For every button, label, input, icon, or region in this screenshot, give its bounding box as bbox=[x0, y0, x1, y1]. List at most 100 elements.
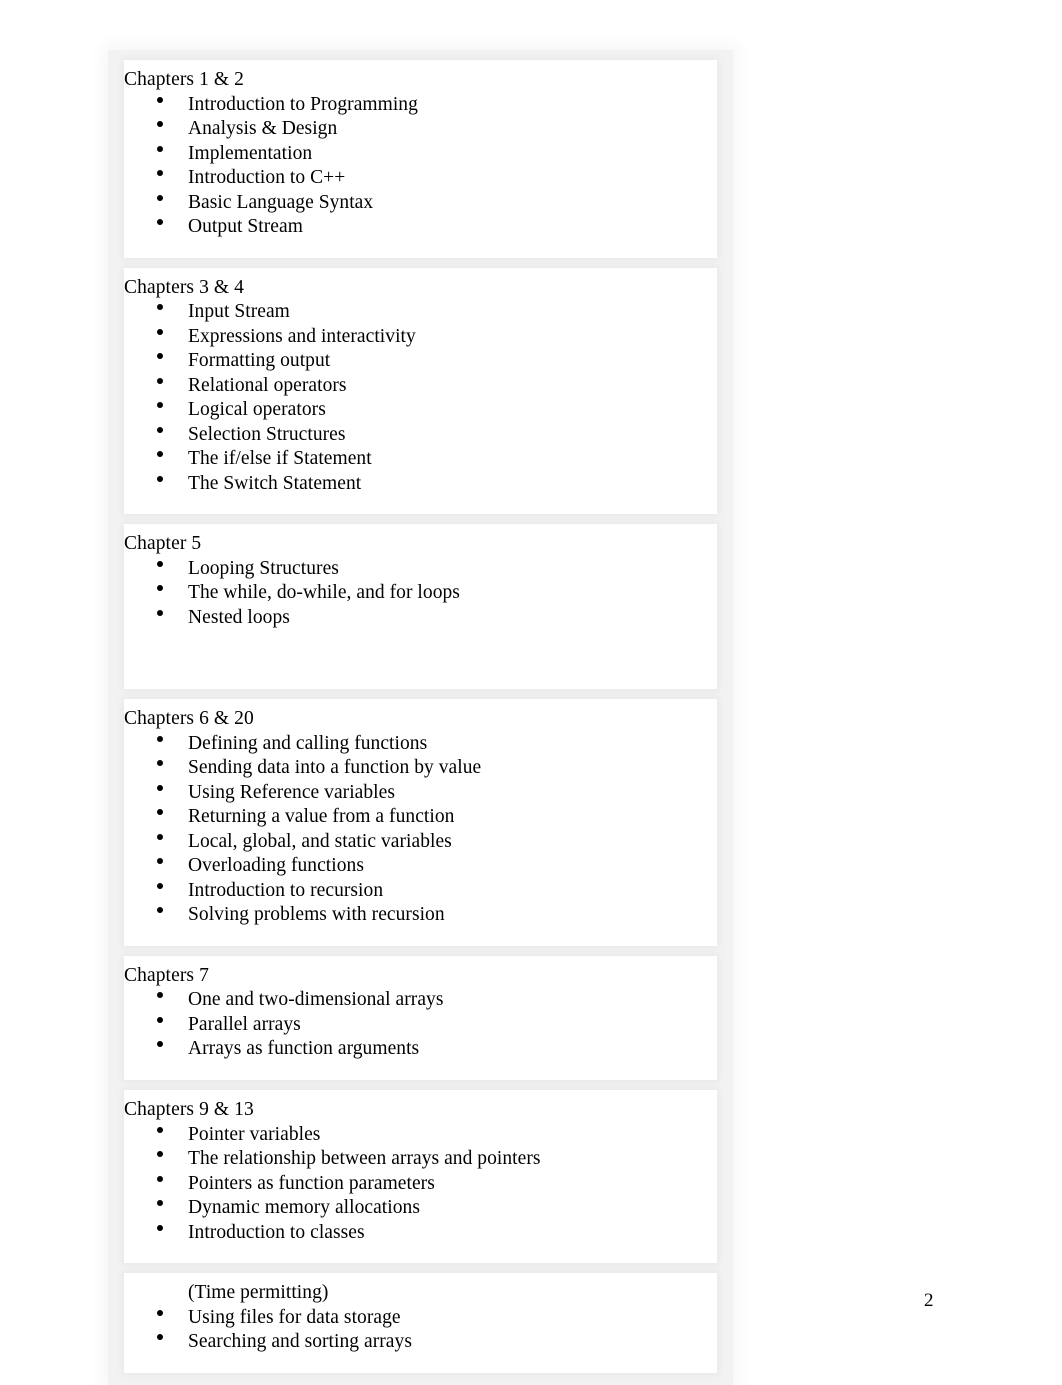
bullet-dot-icon bbox=[157, 1126, 163, 1133]
chapter-block: Chapters 6 & 20 Defining and calling func… bbox=[124, 699, 717, 946]
topic-list-item: One and two-dimensional arrays bbox=[124, 988, 707, 1013]
topic-label: The Switch Statement bbox=[188, 472, 362, 494]
topic-list-item: Introduction to Programming bbox=[124, 93, 707, 118]
topic-list-item: Expressions and interactivity bbox=[124, 325, 707, 350]
bullet-dot-icon bbox=[157, 882, 163, 889]
topic-label: Parallel arrays bbox=[188, 1013, 301, 1035]
topic-label: Using files for data storage bbox=[188, 1306, 401, 1328]
topic-list-item: Output Stream bbox=[124, 215, 707, 240]
chapter-heading: Chapters 9 & 13 bbox=[124, 1098, 254, 1120]
topic-list: (Time permitting) Using files for data st… bbox=[124, 1281, 707, 1355]
bullet-dot-icon bbox=[157, 194, 163, 201]
topic-list-item: Arrays as function arguments bbox=[124, 1037, 707, 1062]
chapter-block: (Time permitting) Using files for data st… bbox=[124, 1273, 717, 1373]
bullet-dot-icon bbox=[157, 377, 163, 384]
topic-list-item: The while, do-while, and for loops bbox=[124, 581, 707, 606]
topic-label: Defining and calling functions bbox=[188, 732, 428, 754]
topic-label: The if/else if Statement bbox=[188, 448, 372, 470]
topic-label: Introduction to C++ bbox=[188, 167, 346, 189]
topic-label: Arrays as function arguments bbox=[188, 1038, 420, 1060]
document-page: Chapters 1 & 2 Introduction to Programmin… bbox=[0, 0, 1062, 1385]
topic-label: Analysis & Design bbox=[188, 118, 338, 140]
topic-label: Solving problems with recursion bbox=[188, 904, 445, 926]
bullet-dot-icon bbox=[157, 426, 163, 433]
topic-label: Formatting output bbox=[188, 350, 331, 372]
topic-label: Introduction to Programming bbox=[188, 93, 418, 115]
bullet-dot-icon bbox=[157, 1175, 163, 1182]
bullet-dot-icon bbox=[157, 170, 163, 177]
bullet-dot-icon bbox=[157, 96, 163, 103]
topic-list: Introduction to Programming Analysis & De… bbox=[124, 93, 707, 240]
topic-label: One and two-dimensional arrays bbox=[188, 989, 444, 1011]
topic-list-item: Parallel arrays bbox=[124, 1013, 707, 1038]
chapter-heading: Chapters 6 & 20 bbox=[124, 708, 254, 730]
topic-label: Returning a value from a function bbox=[188, 806, 455, 828]
chapter-block: Chapters 3 & 4 Input Stream Expressions an… bbox=[124, 267, 717, 515]
topic-label: Pointer variables bbox=[188, 1123, 321, 1145]
topic-label: (Time permitting) bbox=[188, 1282, 329, 1304]
topic-list-item: Implementation bbox=[124, 142, 707, 167]
bullet-dot-icon bbox=[157, 585, 163, 592]
chapter-block: Chapter 5 Looping Structures The while, do… bbox=[124, 524, 717, 690]
bullet-dot-icon bbox=[157, 992, 163, 999]
bullet-dot-icon bbox=[157, 784, 163, 791]
bullet-dot-icon bbox=[157, 1309, 163, 1316]
topic-list-item: Basic Language Syntax bbox=[124, 191, 707, 216]
bullet-dot-icon bbox=[157, 475, 163, 482]
bullet-dot-icon bbox=[157, 1151, 163, 1158]
topic-list: Input Stream Expressions and interactivit… bbox=[124, 300, 707, 496]
topic-list-item: Introduction to classes bbox=[124, 1221, 707, 1246]
bullet-dot-icon bbox=[157, 833, 163, 840]
chapter-heading: Chapters 3 & 4 bbox=[124, 276, 245, 298]
topic-list-item: Sending data into a function by value bbox=[124, 756, 707, 781]
bullet-dot-icon bbox=[157, 1224, 163, 1231]
topic-label: Nested loops bbox=[188, 606, 290, 628]
bullet-dot-icon bbox=[157, 145, 163, 152]
topic-label: Implementation bbox=[188, 142, 313, 164]
bullet-dot-icon bbox=[157, 1041, 163, 1048]
topic-list-item: The if/else if Statement bbox=[124, 447, 707, 472]
topic-label: Introduction to recursion bbox=[188, 879, 384, 901]
bullet-dot-icon bbox=[157, 1334, 163, 1341]
bullet-dot-icon bbox=[157, 760, 163, 767]
topic-list: Looping Structures The while, do-while, a… bbox=[124, 557, 707, 631]
bullet-dot-icon bbox=[157, 907, 163, 914]
chapter-block: Chapters 9 & 13 Pointer variables The rela… bbox=[124, 1089, 717, 1264]
topic-list-item: Returning a value from a function bbox=[124, 805, 707, 830]
chapter-heading: Chapter 5 bbox=[124, 533, 202, 555]
topic-label: The relationship between arrays and poin… bbox=[188, 1148, 541, 1170]
topic-label: Expressions and interactivity bbox=[188, 325, 416, 347]
bullet-dot-icon bbox=[157, 1016, 163, 1023]
topic-list-item: Local, global, and static variables bbox=[124, 830, 707, 855]
topic-label: Introduction to classes bbox=[188, 1221, 365, 1243]
chapter-block: Chapters 7 One and two-dimensional arrays… bbox=[124, 955, 717, 1080]
topic-label: Searching and sorting arrays bbox=[188, 1331, 412, 1353]
topic-list-item: Relational operators bbox=[124, 374, 707, 399]
topic-list-item: Pointer variables bbox=[124, 1123, 707, 1148]
topic-list-item: Nested loops bbox=[124, 606, 707, 631]
bullet-dot-icon bbox=[157, 304, 163, 311]
topic-list-item: Introduction to recursion bbox=[124, 879, 707, 904]
topic-list-item: Analysis & Design bbox=[124, 117, 707, 142]
topic-label: Looping Structures bbox=[188, 557, 339, 579]
chapter-heading: Chapters 1 & 2 bbox=[124, 69, 245, 90]
topic-label: Basic Language Syntax bbox=[188, 191, 374, 213]
topic-list-item: The Switch Statement bbox=[124, 472, 707, 497]
bullet-dot-icon bbox=[157, 560, 163, 567]
bullet-dot-icon bbox=[157, 353, 163, 360]
topic-list-item: Logical operators bbox=[124, 398, 707, 423]
topic-list-item: (Time permitting) bbox=[124, 1281, 707, 1306]
chapter-heading: Chapters 7 bbox=[124, 964, 209, 986]
bullet-dot-icon bbox=[157, 858, 163, 865]
topic-list-item: Using Reference variables bbox=[124, 781, 707, 806]
topic-list-item: Pointers as function parameters bbox=[124, 1172, 707, 1197]
bullet-dot-icon bbox=[157, 735, 163, 742]
topic-list-item: Solving problems with recursion bbox=[124, 903, 707, 928]
